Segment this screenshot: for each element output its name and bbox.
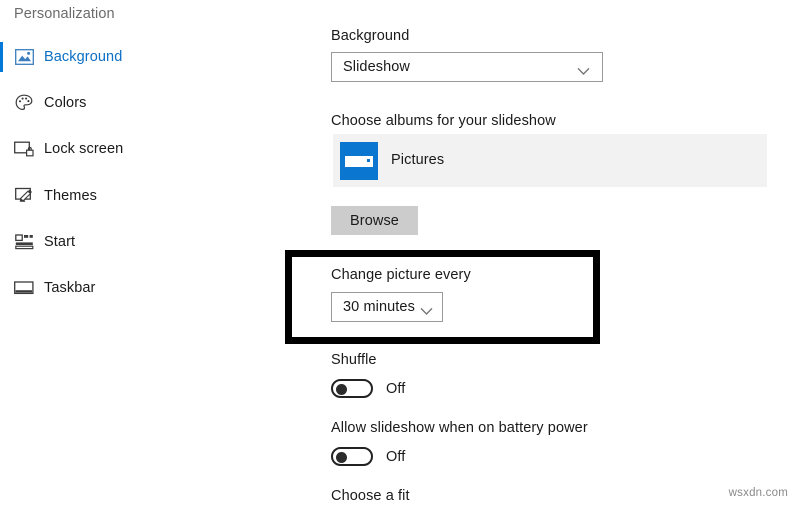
change-picture-every-label: Change picture every [331, 267, 471, 283]
start-icon [14, 232, 34, 252]
picture-icon [14, 47, 34, 67]
chevron-down-icon [420, 303, 433, 321]
shuffle-label: Shuffle [331, 352, 377, 368]
change-picture-interval-dropdown[interactable]: 30 minutes [331, 292, 443, 322]
background-type-dropdown[interactable]: Slideshow [331, 52, 603, 82]
shuffle-state: Off [386, 381, 405, 397]
battery-slideshow-label: Allow slideshow when on battery power [331, 420, 588, 436]
selection-accent-bar [0, 42, 3, 72]
album-list-item-pictures[interactable]: Pictures [333, 134, 767, 187]
sidebar-item-colors[interactable]: Colors [0, 84, 262, 122]
watermark: wsxdn.com [729, 487, 788, 499]
change-picture-interval-value: 30 minutes [343, 299, 415, 315]
sidebar: Personalization Background Colors [0, 0, 300, 507]
battery-slideshow-state: Off [386, 449, 405, 465]
shuffle-toggle[interactable] [331, 379, 373, 398]
sidebar-item-label: Taskbar [44, 280, 95, 296]
sidebar-item-label: Colors [44, 95, 87, 111]
palette-icon [14, 93, 34, 113]
sidebar-header-title: Personalization [14, 6, 115, 22]
background-type-value: Slideshow [343, 59, 410, 75]
sidebar-item-label: Lock screen [44, 141, 123, 157]
sidebar-item-label: Themes [44, 188, 97, 204]
toggle-knob [336, 452, 347, 463]
sidebar-item-background[interactable]: Background [0, 38, 262, 76]
sidebar-item-label: Start [44, 234, 75, 250]
sidebar-item-label: Background [44, 49, 122, 65]
sidebar-item-lock-screen[interactable]: Lock screen [0, 130, 262, 168]
choose-a-fit-label: Choose a fit [331, 488, 410, 504]
background-label: Background [331, 28, 409, 44]
album-list: Pictures [333, 134, 767, 187]
album-name: Pictures [391, 152, 444, 168]
sidebar-item-themes[interactable]: Themes [0, 177, 262, 215]
themes-icon [14, 186, 34, 206]
sidebar-item-taskbar[interactable]: Taskbar [0, 269, 262, 307]
taskbar-icon [14, 278, 34, 298]
choose-albums-label: Choose albums for your slideshow [331, 113, 556, 129]
toggle-knob [336, 384, 347, 395]
browse-button[interactable]: Browse [331, 206, 418, 235]
chevron-down-icon [577, 63, 590, 81]
battery-slideshow-toggle[interactable] [331, 447, 373, 466]
folder-icon [340, 142, 378, 180]
lock-screen-icon [14, 139, 34, 159]
sidebar-item-start[interactable]: Start [0, 223, 262, 261]
main-content: Background Slideshow Choose albums for y… [300, 0, 800, 507]
